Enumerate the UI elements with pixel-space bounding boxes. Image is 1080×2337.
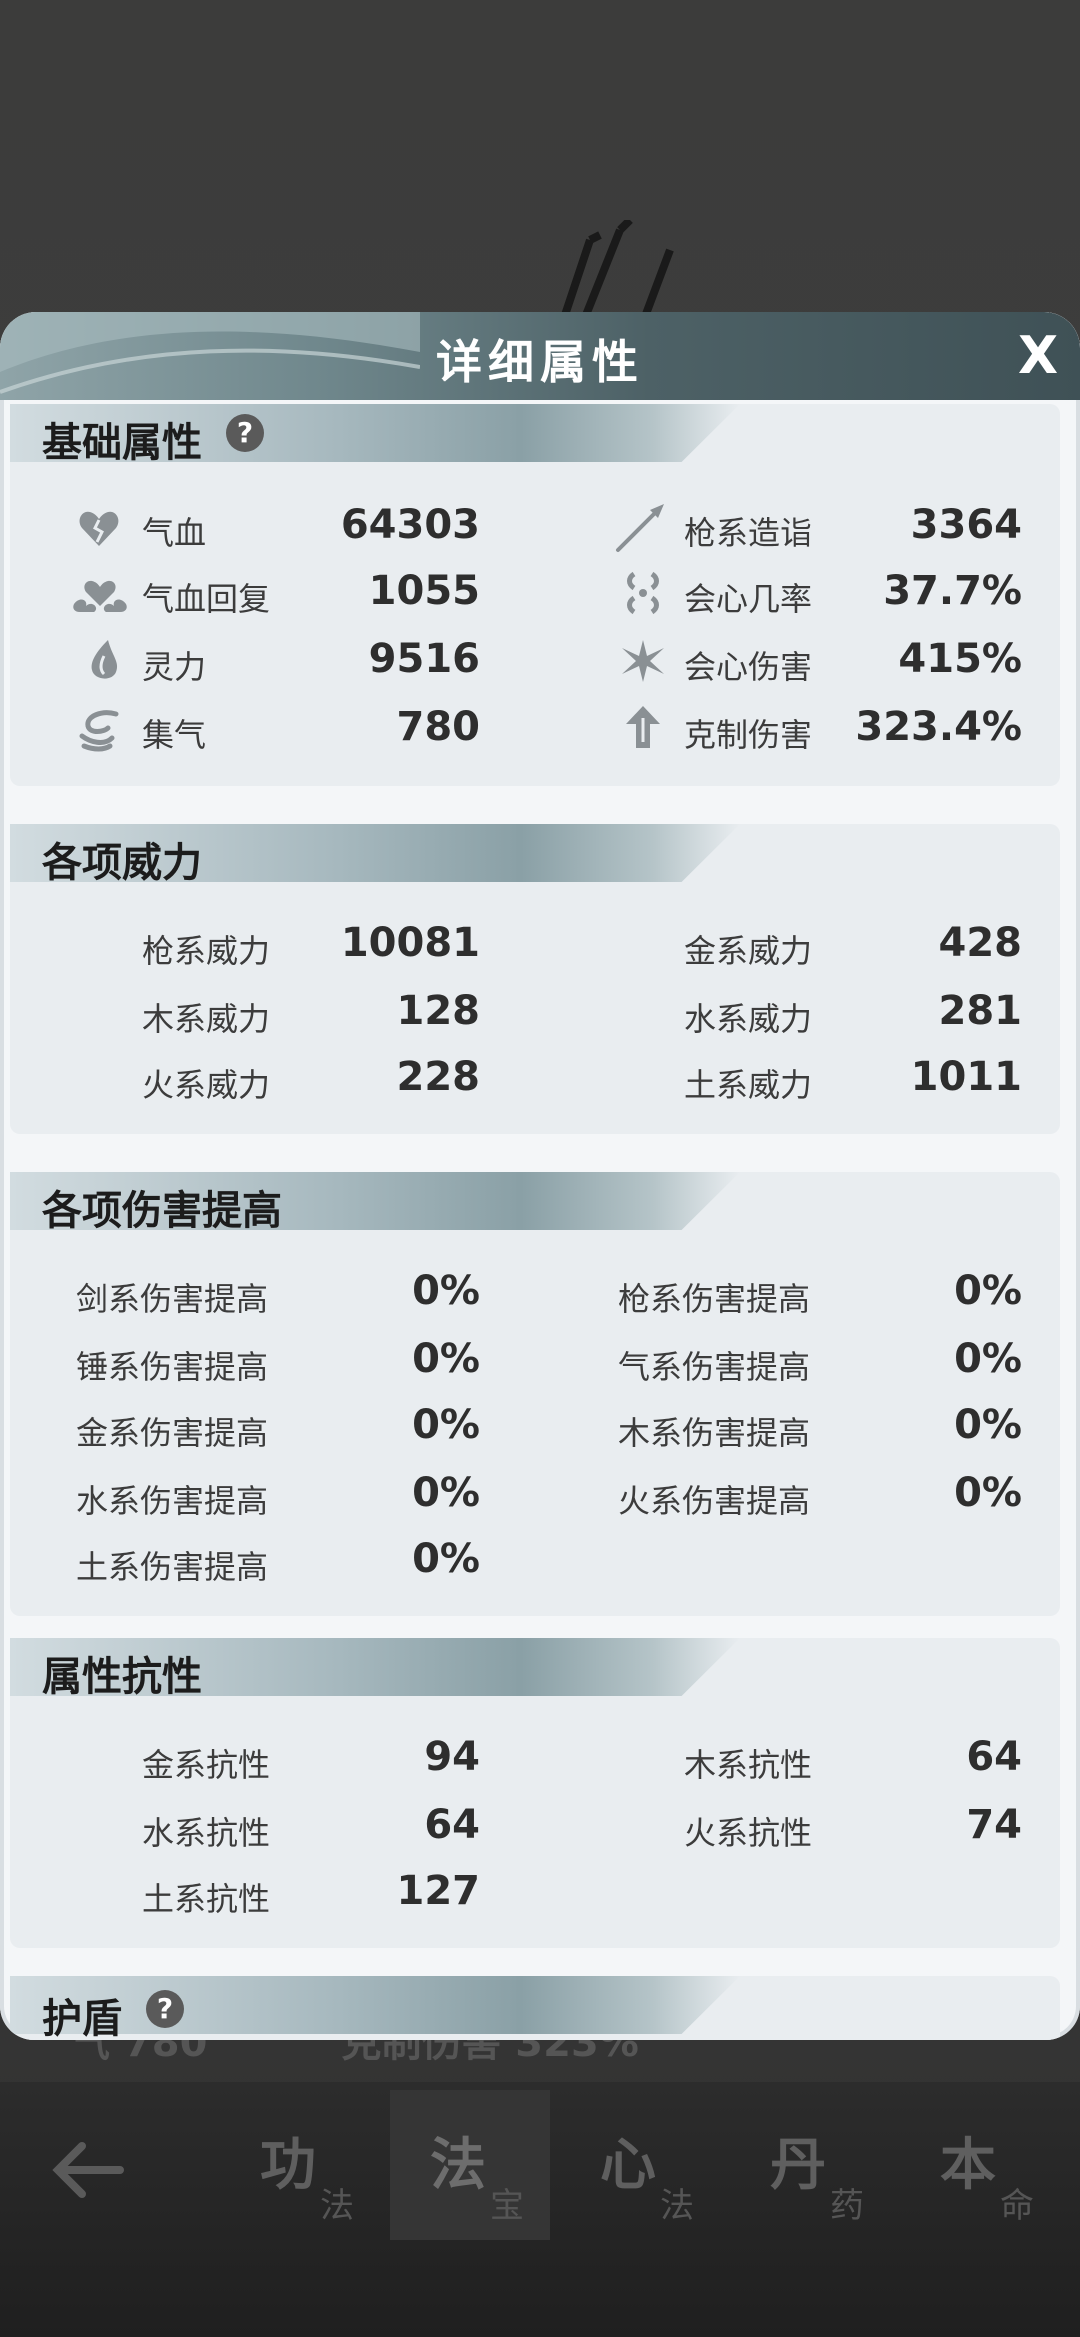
heart-cloud-icon [73,580,127,612]
tab-small-char: 法 [320,2186,354,2226]
stat-value: 428 [938,920,1023,966]
stat-label: 水系伤害提高 [76,1482,269,1520]
section-shield-partial: 护盾 ? [10,1976,1060,2040]
stat-value: 94 [424,1734,480,1780]
stat-label: 剑系伤害提高 [76,1280,269,1318]
crit-chance-icon [627,571,659,615]
help-icon[interactable]: ? [226,414,264,452]
stat-value: 1055 [368,568,480,614]
tab-small-char: 宝 [490,2186,524,2226]
panel-header: 详细属性 X [0,312,1080,400]
stat-label: 金系伤害提高 [76,1414,269,1452]
section-title: 各项威力 [42,840,202,886]
arrow-up-icon [626,706,660,748]
stat-label: 气系伤害提高 [618,1348,811,1386]
stat-value: 1011 [910,1054,1022,1100]
close-button[interactable]: X [1010,328,1066,384]
stat-label: 锤系伤害提高 [76,1348,269,1386]
stat-label: 枪系伤害提高 [618,1280,811,1318]
stat-value: 64303 [340,502,480,548]
stat-value: 9516 [368,636,480,682]
stat-label: 枪系威力 [142,932,271,970]
burst-icon [622,640,664,682]
tab-big-char: 功 [260,2133,316,2198]
stat-value: 281 [938,988,1023,1034]
stat-value: 127 [396,1868,481,1914]
stat-value: 3364 [910,502,1022,548]
stat-value: 323.4% [855,704,1022,750]
stat-label: 集气 [142,716,207,754]
stat-value: 780 [396,704,481,750]
tab-fabao[interactable]: 法 宝 [390,2090,550,2240]
section-title: 护盾 [42,1996,122,2040]
stat-label: 灵力 [142,648,207,686]
tab-big-char: 心 [600,2133,656,2198]
flame-drop-icon [91,640,118,679]
stat-label: 克制伤害 [684,716,813,754]
stat-value: 64 [966,1734,1022,1780]
stat-value: 0% [954,1470,1022,1516]
stat-label: 气血回复 [142,580,271,618]
stat-value: 0% [412,1536,480,1582]
section-power: 各项威力 枪系威力 10081 木系威力 128 火系威力 228 金系威力 4… [10,824,1060,1134]
stat-value: 10081 [340,920,480,966]
tab-danyao[interactable]: 丹 药 [730,2090,890,2240]
tab-benming[interactable]: 本 命 [900,2090,1060,2240]
stat-label: 火系威力 [142,1066,271,1104]
section-title: 属性抗性 [42,1654,202,1700]
stat-value: 415% [898,636,1022,682]
tab-small-char: 法 [660,2186,694,2226]
stat-value: 0% [412,1402,480,1448]
back-arrow-icon[interactable] [40,2120,140,2220]
stat-value: 228 [396,1054,481,1100]
stat-label: 火系伤害提高 [618,1482,811,1520]
stat-value: 0% [954,1268,1022,1314]
stat-label: 水系威力 [684,1000,813,1038]
section-element-resistance: 属性抗性 金系抗性 94 水系抗性 64 土系抗性 127 木系抗性 64 火系… [10,1638,1060,1948]
tab-big-char: 法 [430,2133,486,2198]
stat-label: 水系抗性 [142,1814,271,1852]
stat-value: 37.7% [883,568,1022,614]
stat-value: 0% [954,1336,1022,1382]
tab-small-char: 命 [1000,2186,1034,2226]
stat-value: 64 [424,1802,480,1848]
stat-label: 木系抗性 [684,1746,813,1784]
tab-gongfa[interactable]: 功 法 [220,2090,380,2240]
stat-label: 土系抗性 [142,1880,271,1918]
section-title: 基础属性 [42,420,202,466]
stat-label: 土系威力 [684,1066,813,1104]
stat-value: 0% [954,1402,1022,1448]
stat-label: 会心伤害 [684,648,813,686]
stat-value: 128 [396,988,481,1034]
stat-label: 会心几率 [684,580,813,618]
stat-label: 金系威力 [684,932,813,970]
stat-label: 木系威力 [142,1000,271,1038]
stat-label: 气血 [142,514,207,552]
tab-small-char: 药 [830,2186,864,2226]
stat-value: 0% [412,1470,480,1516]
spear-icon [616,504,664,552]
tab-xinfa[interactable]: 心 法 [560,2090,720,2240]
stat-label: 土系伤害提高 [76,1548,269,1586]
tab-big-char: 本 [940,2133,996,2198]
stat-value: 0% [412,1268,480,1314]
broken-heart-icon [79,511,119,546]
section-basic-attributes: 基础属性 ? 气血 64303 气血回复 1055 灵力 9516 集气 780 [10,404,1060,786]
stat-value: 0% [412,1336,480,1382]
swirl-icon [79,710,119,752]
stat-label: 木系伤害提高 [618,1414,811,1452]
detail-attributes-panel: 详细属性 X 基础属性 ? 气血 64303 气血回复 1055 灵力 9516… [0,312,1080,2040]
tab-big-char: 丹 [770,2133,826,2198]
stat-value: 74 [966,1802,1022,1848]
section-damage-increase: 各项伤害提高 剑系伤害提高 0% 锤系伤害提高 0% 金系伤害提高 0% 水系伤… [10,1172,1060,1616]
help-icon[interactable]: ? [146,1990,184,2028]
section-title: 各项伤害提高 [42,1188,282,1234]
stat-label: 火系抗性 [684,1814,813,1852]
panel-title: 详细属性 [436,335,644,389]
stat-label: 枪系造诣 [684,514,813,552]
stat-label: 金系抗性 [142,1746,271,1784]
